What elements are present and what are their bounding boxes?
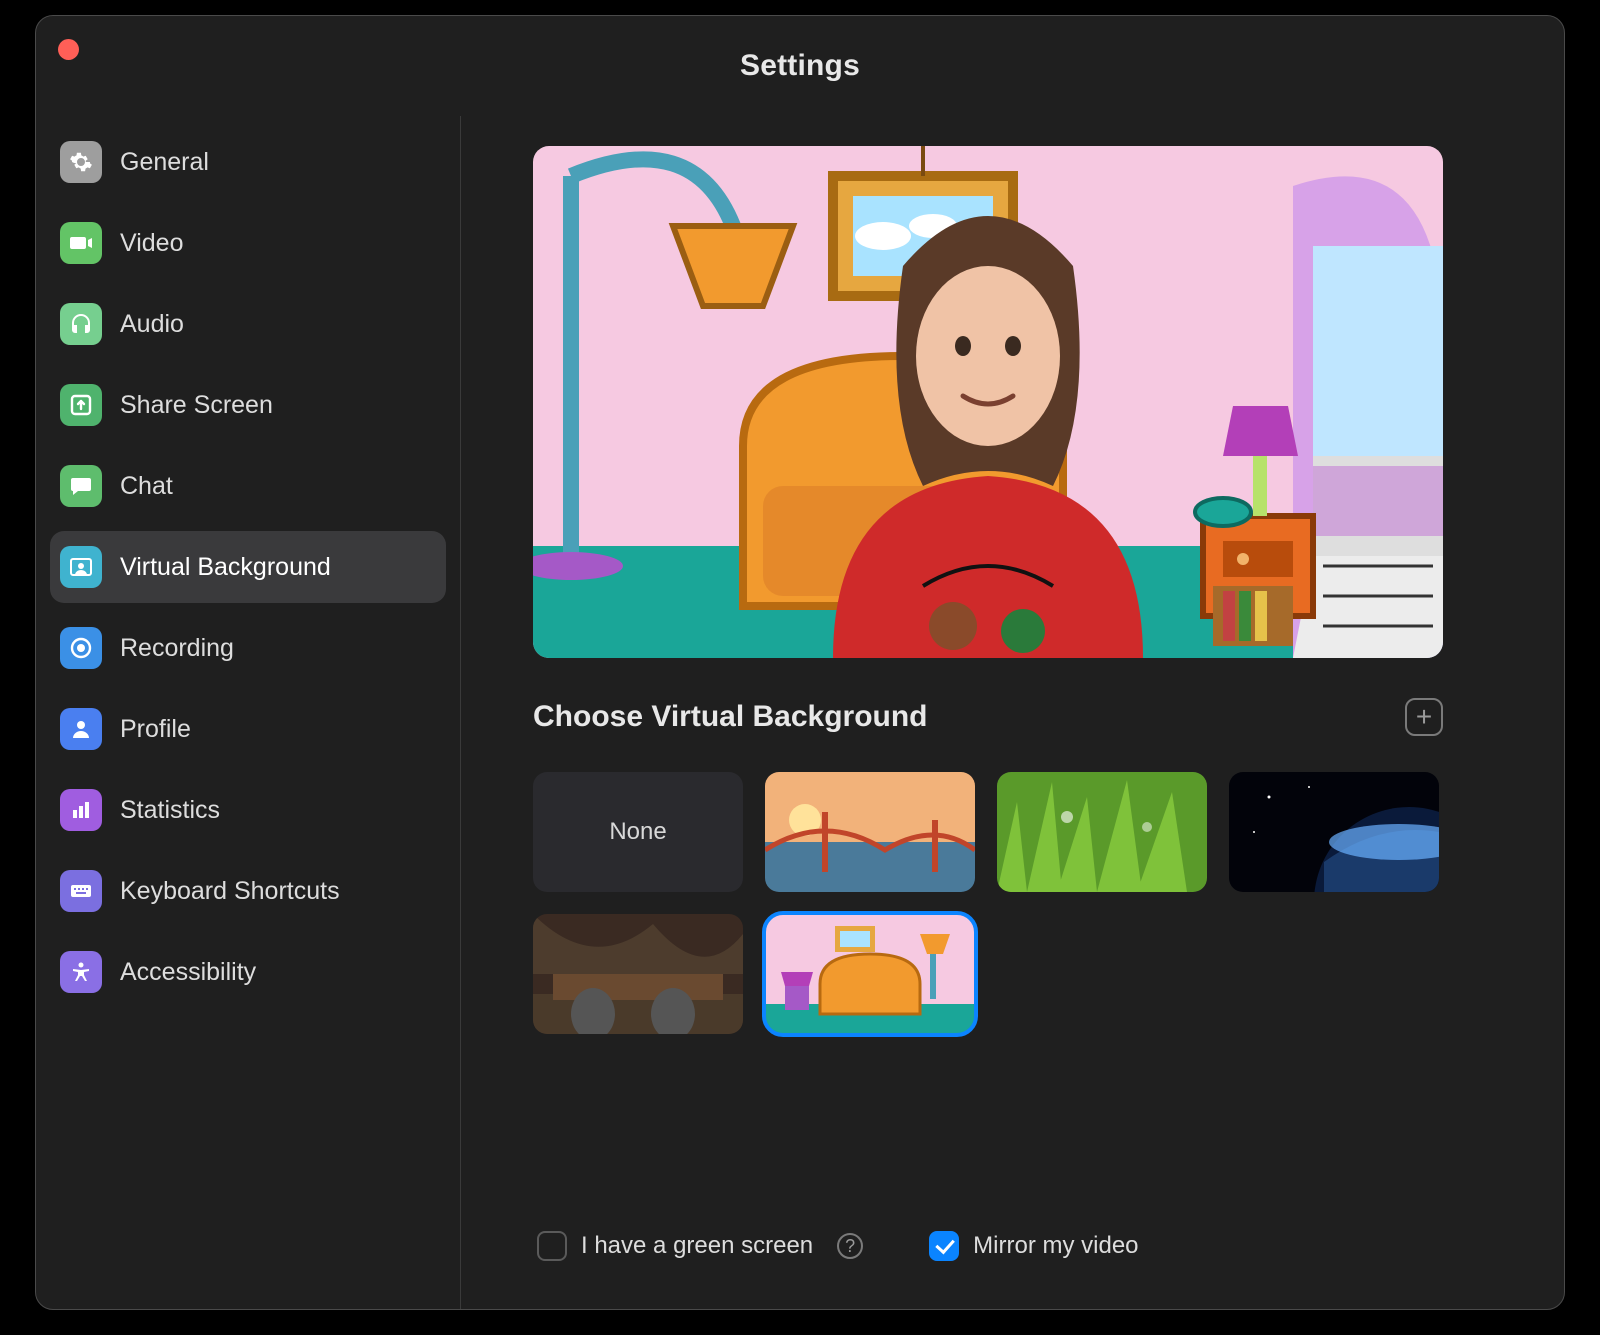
sidebar-item-label: General: [120, 148, 209, 177]
chat-icon: [60, 465, 102, 507]
main-panel: Choose Virtual Background + None: [461, 116, 1564, 1309]
sidebar-item-profile[interactable]: Profile: [50, 693, 446, 765]
sidebar-item-label: Statistics: [120, 796, 220, 825]
video-preview: [533, 146, 1443, 658]
sidebar-item-stats[interactable]: Statistics: [50, 774, 446, 846]
sidebar-item-label: Share Screen: [120, 391, 273, 420]
green-screen-label: I have a green screen: [581, 1232, 813, 1260]
sidebar-item-general[interactable]: General: [50, 126, 446, 198]
section-title: Choose Virtual Background: [533, 700, 928, 734]
sidebar: General Video Audio Share Screen Chat Virtual…: [36, 116, 461, 1309]
sidebar-item-label: Accessibility: [120, 958, 256, 987]
sidebar-item-label: Recording: [120, 634, 234, 663]
accessibility-icon: [60, 951, 102, 993]
none-label: None: [609, 818, 666, 846]
sidebar-item-audio[interactable]: Audio: [50, 288, 446, 360]
green-screen-checkbox[interactable]: [537, 1231, 567, 1261]
upload-icon: [60, 384, 102, 426]
close-button[interactable]: [58, 39, 79, 60]
sidebar-item-vbg[interactable]: Virtual Background: [50, 531, 446, 603]
camera-icon: [60, 222, 102, 264]
headphones-icon: [60, 303, 102, 345]
background-option-earth[interactable]: [1229, 772, 1439, 892]
sidebar-item-share[interactable]: Share Screen: [50, 369, 446, 441]
sidebar-item-label: Profile: [120, 715, 191, 744]
titlebar: Settings: [36, 16, 1564, 116]
sidebar-item-keys[interactable]: Keyboard Shortcuts: [50, 855, 446, 927]
background-option-grass[interactable]: [997, 772, 1207, 892]
record-icon: [60, 627, 102, 669]
bars-icon: [60, 789, 102, 831]
sidebar-item-label: Video: [120, 229, 184, 258]
options-row: I have a green screen ? Mirror my video: [533, 1201, 1508, 1291]
gear-icon: [60, 141, 102, 183]
background-option-golden-gate[interactable]: [765, 772, 975, 892]
mirror-video-checkbox[interactable]: [929, 1231, 959, 1261]
person-icon: [60, 708, 102, 750]
keyboard-icon: [60, 870, 102, 912]
add-background-button[interactable]: +: [1405, 698, 1443, 736]
sidebar-item-chat[interactable]: Chat: [50, 450, 446, 522]
background-option-none[interactable]: None: [533, 772, 743, 892]
background-thumbnails: None: [533, 772, 1463, 1034]
sidebar-item-a11y[interactable]: Accessibility: [50, 936, 446, 1008]
background-option-office[interactable]: [533, 914, 743, 1034]
background-option-simpsons[interactable]: [765, 914, 975, 1034]
sidebar-item-label: Audio: [120, 310, 184, 339]
plus-icon: +: [1416, 703, 1432, 731]
sidebar-item-label: Chat: [120, 472, 173, 501]
sidebar-item-record[interactable]: Recording: [50, 612, 446, 684]
mirror-video-label: Mirror my video: [973, 1232, 1138, 1260]
settings-window: Settings General Video Audio Share Screen Ch…: [35, 15, 1565, 1310]
green-screen-help-icon[interactable]: ?: [837, 1233, 863, 1259]
person-frame-icon: [60, 546, 102, 588]
sidebar-item-video[interactable]: Video: [50, 207, 446, 279]
sidebar-item-label: Virtual Background: [120, 553, 331, 582]
sidebar-item-label: Keyboard Shortcuts: [120, 877, 340, 906]
window-title: Settings: [740, 49, 860, 83]
content: General Video Audio Share Screen Chat Virtual…: [36, 116, 1564, 1309]
